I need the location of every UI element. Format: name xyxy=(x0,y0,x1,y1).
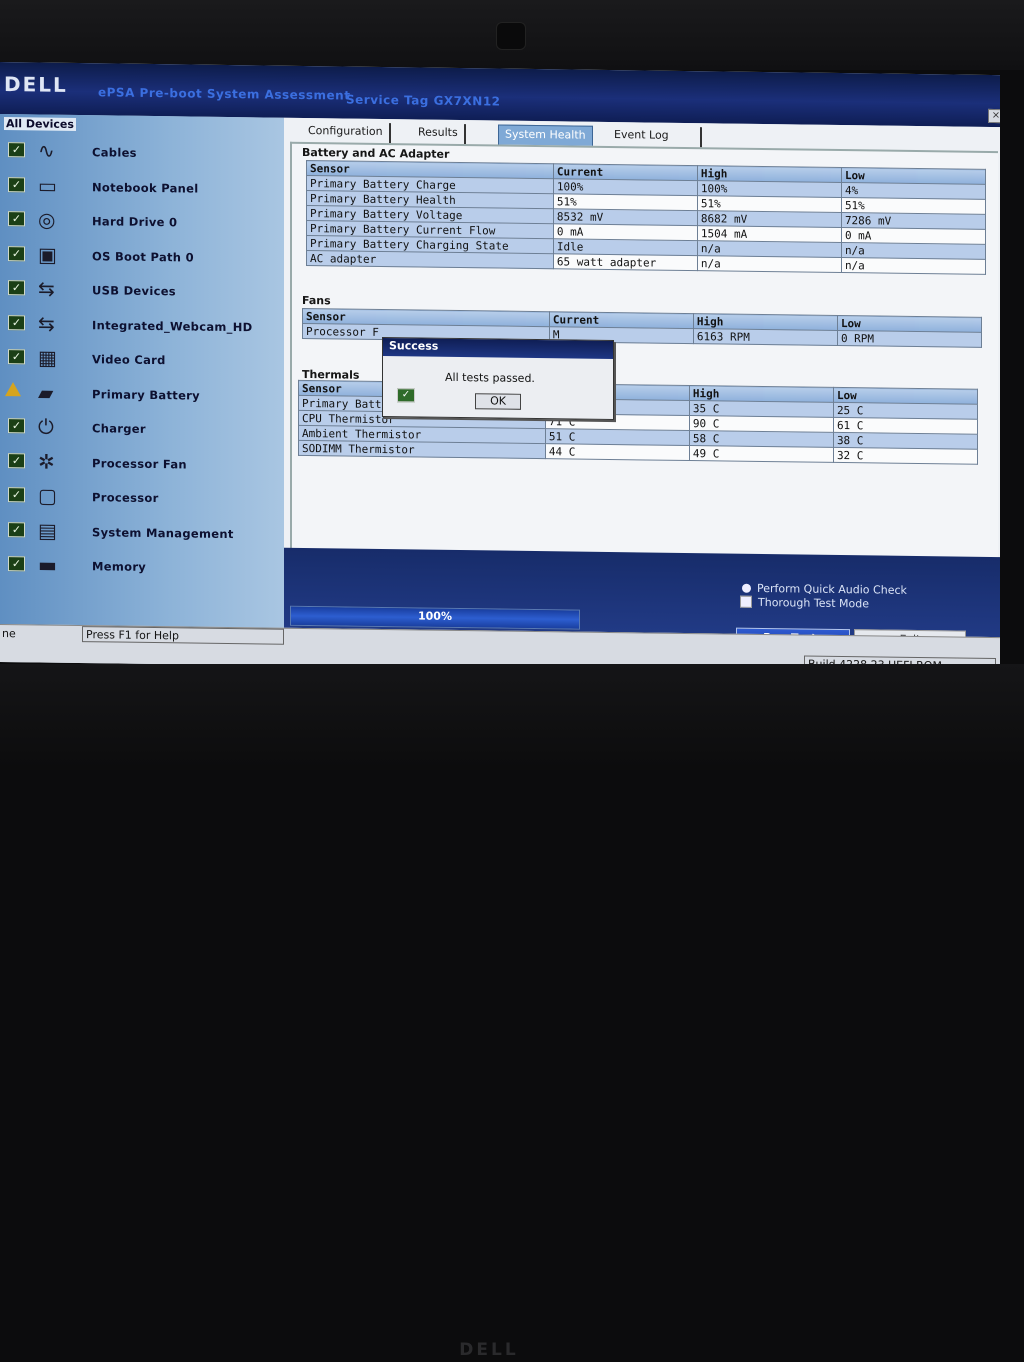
monitor-icon: ▭ xyxy=(38,172,57,198)
device-item[interactable]: ✓ ✲ Processor Fan xyxy=(0,447,280,481)
device-item[interactable]: ✓ ▭ Notebook Panel xyxy=(0,171,280,205)
system-management-icon: ▤ xyxy=(38,517,57,543)
device-label: Processor Fan xyxy=(92,455,187,471)
checkmark-icon: ✓ xyxy=(8,418,25,434)
device-label: Integrated_Webcam_HD xyxy=(92,317,253,334)
video-card-icon: ▦ xyxy=(38,345,57,370)
device-item[interactable]: ✓ ⇆ USB Devices xyxy=(0,274,280,308)
device-label: Primary Battery xyxy=(92,386,200,403)
status-left: ne xyxy=(2,627,16,641)
checkmark-icon: ✓ xyxy=(8,452,25,468)
checkmark-icon: ✓ xyxy=(8,142,25,158)
device-label: Hard Drive 0 xyxy=(92,214,178,230)
success-dialog: Success All tests passed. ✓ OK xyxy=(382,337,614,421)
close-icon[interactable]: × xyxy=(988,108,1000,124)
quick-audio-label: Perform Quick Audio Check xyxy=(757,581,907,597)
device-item[interactable]: ✓ ∿ Cables xyxy=(0,136,280,170)
device-label: Video Card xyxy=(92,352,166,368)
device-item[interactable]: ✓ ▤ System Management xyxy=(0,516,280,550)
screen: DELL ePSA Pre-boot System Assessment Ser… xyxy=(0,62,1000,676)
charger-icon: ⏻ xyxy=(38,414,54,439)
cable-icon: ∿ xyxy=(38,138,55,163)
device-item[interactable]: ✓ ▬ Memory xyxy=(0,550,280,584)
table-cell: AC adapter xyxy=(306,250,554,269)
device-label: USB Devices xyxy=(92,283,176,299)
table-cell: n/a xyxy=(841,257,986,275)
table-cell: SODIMM Thermistor xyxy=(298,440,546,459)
status-help: Press F1 for Help xyxy=(86,628,179,643)
device-item[interactable]: ✓ ▦ Video Card xyxy=(0,343,280,377)
battery-section-title: Battery and AC Adapter xyxy=(302,145,450,161)
table-cell: 44 C xyxy=(545,443,690,461)
webcam-lens xyxy=(496,22,526,50)
memory-icon: ▬ xyxy=(38,552,57,577)
checkmark-icon: ✓ xyxy=(8,176,25,192)
quick-audio-option[interactable]: Perform Quick Audio Check xyxy=(742,582,907,597)
table-cell: 49 C xyxy=(689,445,834,463)
warning-icon xyxy=(5,381,21,396)
device-label: System Management xyxy=(92,524,234,541)
thorough-mode-option[interactable]: Thorough Test Mode xyxy=(740,595,869,611)
fan-icon: ✲ xyxy=(38,448,55,474)
device-label: Processor xyxy=(92,490,159,506)
laptop-bezel-top xyxy=(0,0,1024,70)
device-item[interactable]: ✓ ◎ Hard Drive 0 xyxy=(0,205,280,239)
success-check-icon: ✓ xyxy=(397,388,415,403)
checkmark-icon: ✓ xyxy=(8,521,25,537)
device-item[interactable]: ▰ Primary Battery xyxy=(0,378,280,412)
app-title: ePSA Pre-boot System Assessment xyxy=(98,85,351,103)
checkmark-icon: ✓ xyxy=(8,349,25,365)
checkmark-icon: ✓ xyxy=(8,487,25,503)
device-label: Cables xyxy=(92,145,137,160)
dialog-message: All tests passed. xyxy=(445,370,535,386)
table-cell: n/a xyxy=(697,255,842,273)
battery-icon: ▰ xyxy=(38,379,54,405)
table-cell: 0 RPM xyxy=(837,330,982,348)
checkmark-icon: ✓ xyxy=(8,245,25,261)
dialog-title: Success xyxy=(383,338,613,360)
table-cell: 65 watt adapter xyxy=(553,253,698,271)
device-item[interactable]: ✓ ⏻ Charger xyxy=(0,412,280,446)
all-devices-header[interactable]: All Devices xyxy=(4,117,76,131)
device-label: Charger xyxy=(92,421,146,436)
processor-icon: ▢ xyxy=(38,483,57,508)
hard-drive-icon: ◎ xyxy=(38,207,56,232)
device-label: OS Boot Path 0 xyxy=(92,248,194,265)
checkmark-icon: ✓ xyxy=(8,211,25,227)
battery-table: Sensor Current High Low Primary Battery Char… xyxy=(306,160,986,275)
device-label: Notebook Panel xyxy=(92,179,199,196)
boot-path-icon: ▣ xyxy=(38,241,57,267)
device-item[interactable]: ✓ ▢ Processor xyxy=(0,481,280,515)
service-tag: Service Tag GX7XN12 xyxy=(346,92,501,109)
fans-section-title: Fans xyxy=(302,293,331,308)
progress-bar: 100% xyxy=(290,605,580,630)
table-cell: 32 C xyxy=(833,447,978,465)
checkmark-icon: ✓ xyxy=(8,556,25,572)
device-label: Memory xyxy=(92,559,147,574)
checkbox-icon[interactable] xyxy=(740,595,752,608)
dell-logo: DELL xyxy=(4,72,68,97)
radio-icon[interactable] xyxy=(742,583,751,593)
device-item[interactable]: ✓ ⇆ Integrated_Webcam_HD xyxy=(0,309,280,343)
checkmark-icon: ✓ xyxy=(8,280,25,296)
thorough-mode-label: Thorough Test Mode xyxy=(758,595,869,611)
table-cell: 6163 RPM xyxy=(693,328,838,346)
checkmark-icon: ✓ xyxy=(8,314,25,330)
device-list-panel: All Devices ✓ ∿ Cables ✓ ▭ Notebook Panel ✓ ◎ Ha… xyxy=(0,114,284,628)
ok-button[interactable]: OK xyxy=(475,393,521,410)
usb-icon: ⇆ xyxy=(38,310,55,336)
device-item[interactable]: ✓ ▣ OS Boot Path 0 xyxy=(0,240,280,274)
laptop-bezel-bottom: DELL xyxy=(0,664,1024,1360)
usb-icon: ⇆ xyxy=(38,276,55,301)
bezel-logo-emboss: DELL xyxy=(459,1340,519,1360)
